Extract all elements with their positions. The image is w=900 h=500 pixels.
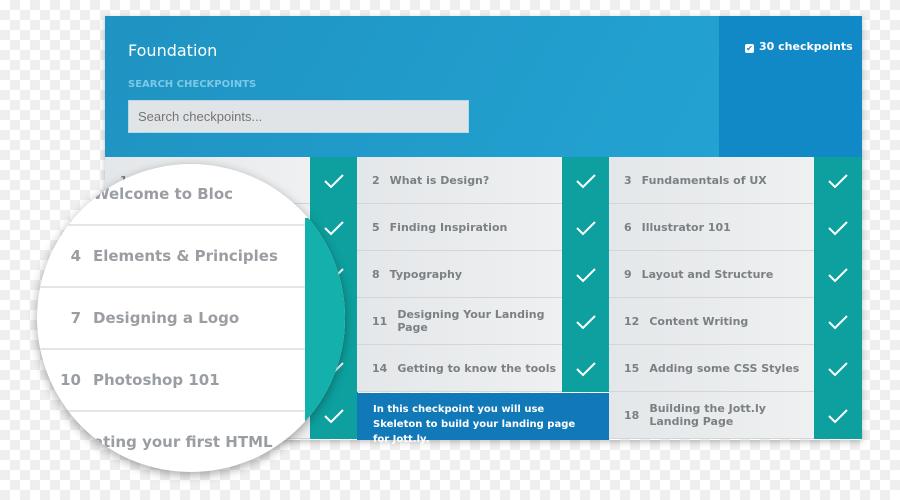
header: Foundation SEARCH CHECKPOINTS ✔ 30 checkp… (105, 16, 862, 157)
checkpoint-item[interactable]: 5 Finding Inspiration (357, 204, 562, 251)
magnified-title: Designing a Logo (93, 309, 240, 327)
checkpoint-number: 12 (624, 314, 640, 328)
checkpoint-count: ✔ 30 checkpoints (719, 16, 862, 157)
check-icon[interactable] (562, 157, 610, 204)
checkpoint-count-label: 30 checkpoints (759, 40, 853, 53)
checkpoint-item[interactable]: 9 Layout and Structure (609, 251, 814, 298)
check-icon[interactable] (814, 251, 862, 298)
checkpoint-item[interactable]: 15 Adding some CSS Styles (609, 345, 814, 392)
checkpoint-number: 6 (624, 220, 632, 234)
checkpoint-item[interactable]: 12 Content Writing (609, 298, 814, 345)
magnified-title: ating your first HTML (93, 433, 273, 451)
checkpoint-item[interactable]: 14 Getting to know the tools (357, 345, 562, 392)
magnified-number: 10 (60, 371, 81, 389)
checkpoint-title: What is Design? (389, 173, 490, 187)
search-input[interactable] (128, 100, 469, 133)
check-icon[interactable] (814, 345, 862, 392)
checkpoint-number: 14 (372, 361, 388, 375)
checkpoint-title: Illustrator 101 (641, 220, 731, 234)
magnified-item: Welcome to Bloc (37, 164, 345, 226)
section-title: Foundation (128, 41, 218, 60)
check-icon[interactable] (562, 204, 610, 251)
magnified-number: 4 (70, 247, 81, 265)
checkpoint-number: 2 (372, 173, 380, 187)
magnified-title: Elements & Principles (93, 247, 278, 265)
checkpoint-title: Getting to know the tools (397, 361, 557, 375)
checkpoint-item[interactable]: 3 Fundamentals of UX (609, 157, 814, 204)
checkpoint-title: Designing Your Landing Page (397, 308, 545, 334)
checkpoint-number: 5 (372, 220, 380, 234)
check-icon[interactable] (562, 345, 610, 392)
checkpoint-item[interactable]: 6 Illustrator 101 (609, 204, 814, 251)
magnified-title: Photoshop 101 (93, 371, 220, 389)
checkpoint-number: 18 (624, 408, 640, 422)
checkpoint-item[interactable]: 8 Typography (357, 251, 562, 298)
check-icon[interactable] (562, 251, 610, 298)
checkpoint-number: 8 (372, 267, 380, 281)
check-icon[interactable] (814, 392, 862, 439)
checkpoint-number: 3 (624, 173, 632, 187)
checkpoint-title: Finding Inspiration (389, 220, 508, 234)
checkpoint-title: Adding some CSS Styles (649, 361, 800, 375)
magnified-number: 7 (70, 309, 81, 327)
magnified-item: 7 Designing a Logo (37, 288, 345, 350)
checkpoint-title: Content Writing (649, 314, 749, 328)
checkpoint-title: Typography (389, 267, 463, 281)
magnified-check-strip (305, 218, 345, 472)
checkpoint-item[interactable]: 11 Designing Your Landing Page (357, 298, 562, 345)
check-icon[interactable] (814, 298, 862, 345)
magnified-item: ating your first HTML (37, 412, 345, 472)
check-icon[interactable] (814, 204, 862, 251)
checkpoint-title: Building the Jott.ly Landing Page (649, 402, 766, 428)
checkpoint-title: Fundamentals of UX (641, 173, 767, 187)
checkpoint-number: 11 (372, 314, 388, 328)
magnified-item: 10 Photoshop 101 (37, 350, 345, 412)
search-label: SEARCH CHECKPOINTS (128, 79, 257, 90)
checkpoint-item[interactable]: 2 What is Design? (357, 157, 562, 204)
check-icon[interactable] (562, 298, 610, 345)
checkpoint-title: Layout and Structure (641, 267, 774, 281)
magnifier: ating your first HTML 10 Photoshop 101 7 Des… (37, 164, 345, 472)
checkpoint-number: 15 (624, 361, 640, 375)
check-icon[interactable] (814, 157, 862, 204)
magnified-title: Welcome to Bloc (93, 185, 234, 203)
checkbox-icon: ✔ (745, 44, 754, 53)
checkpoint-number: 9 (624, 267, 632, 281)
checkpoint-tooltip: In this checkpoint you will use Skeleton… (357, 393, 609, 445)
magnified-item: 4 Elements & Principles (37, 226, 345, 288)
checkpoint-item[interactable]: 18 Building the Jott.ly Landing Page (609, 392, 814, 439)
